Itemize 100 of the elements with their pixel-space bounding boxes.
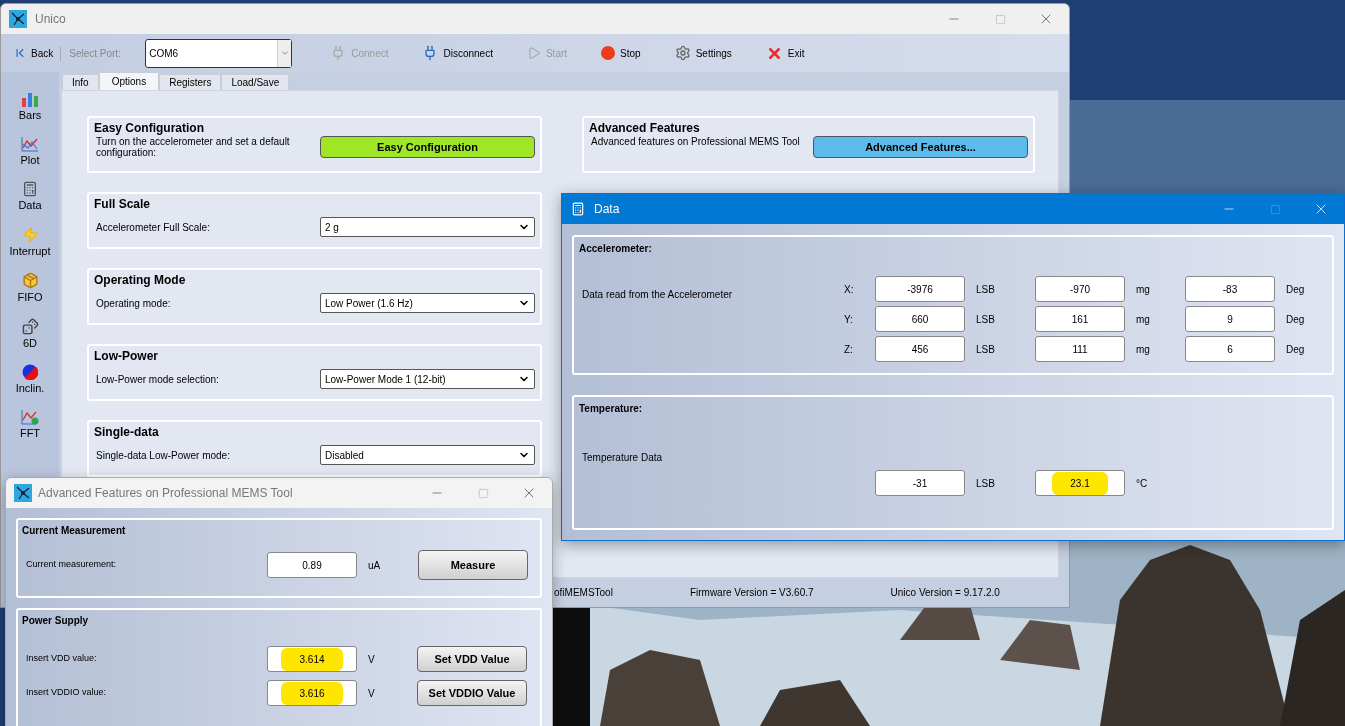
lightning-icon: [21, 226, 39, 243]
box-icon: [21, 272, 39, 289]
sidebar-item[interactable]: Interrupt: [9, 226, 51, 258]
tab[interactable]: Load/Save: [221, 74, 290, 90]
toolbar-button[interactable]: Disconnect: [422, 45, 493, 61]
chart-add-icon: [21, 409, 39, 425]
set-value-button[interactable]: Set VDDIO Value: [417, 680, 527, 706]
group-title: Accelerometer:: [579, 242, 653, 256]
sidebar-item[interactable]: FIFO: [17, 272, 43, 304]
toolbar-button[interactable]: Settings: [674, 45, 732, 61]
maximize-icon: [477, 487, 489, 499]
value-field[interactable]: -83: [1185, 276, 1275, 302]
tab[interactable]: Registers: [159, 74, 222, 90]
value-field[interactable]: 456: [875, 336, 965, 362]
unit-label: mg: [1135, 312, 1151, 327]
app-logo-icon: [14, 484, 32, 502]
window-title: Data: [594, 201, 620, 218]
group-label: Operating mode:: [95, 297, 172, 309]
value-field[interactable]: -31: [875, 470, 965, 496]
app-logo-icon: [9, 10, 27, 28]
maximize-icon: [994, 13, 1006, 25]
dropdown[interactable]: 2 g: [320, 217, 535, 237]
status-text: Firmware Version = V3.60.7: [689, 586, 814, 600]
unit-label: mg: [1135, 342, 1151, 357]
stop-icon: [601, 46, 616, 60]
value-field[interactable]: 6: [1185, 336, 1275, 362]
toolbar-button[interactable]: Exit: [765, 44, 805, 62]
value-field[interactable]: 9: [1185, 306, 1275, 332]
sidebar-item[interactable]: FFT: [19, 409, 41, 440]
value-field[interactable]: -3976: [875, 276, 965, 302]
axis-label: Z:: [844, 342, 854, 357]
unit-label: LSB: [975, 312, 996, 327]
unit-label: mg: [1135, 282, 1151, 297]
unit-label: LSB: [975, 282, 996, 297]
line-chart-icon: [21, 136, 39, 152]
value-field[interactable]: 0.89: [267, 552, 357, 578]
value-field[interactable]: 161: [1035, 306, 1125, 332]
unit-label: LSB: [975, 342, 996, 357]
group-title: Low-Power: [94, 348, 159, 364]
play-icon: [526, 46, 541, 60]
dice-icon: [21, 318, 39, 335]
field-label: Insert VDDIO value:: [25, 686, 108, 700]
unit-label: uA: [367, 558, 382, 573]
measure-button[interactable]: Measure: [418, 550, 528, 580]
group-title: Easy Configuration: [94, 120, 205, 136]
group-title: Single-data: [94, 424, 160, 440]
settings-icon: [674, 45, 691, 61]
unit-label: Deg: [1285, 342, 1306, 357]
axis-label: X:: [844, 282, 855, 297]
sidebar-item[interactable]: Bars: [18, 91, 42, 122]
unit-label: Deg: [1285, 312, 1306, 327]
calculator-icon: [571, 202, 585, 216]
group-label: Single-data Low-Power mode:: [95, 449, 231, 461]
value-field[interactable]: 660: [875, 306, 965, 332]
action-button[interactable]: Advanced Features...: [813, 136, 1028, 158]
unit-label: V: [367, 652, 376, 667]
dropdown[interactable]: Disabled: [320, 445, 535, 465]
set-value-button[interactable]: Set VDD Value: [417, 646, 527, 672]
calculator-icon: [22, 181, 38, 197]
group-title: Advanced Features: [589, 120, 701, 136]
description: Data read from the Accelerometer: [581, 288, 734, 302]
group-title: Current Measurement: [22, 524, 127, 538]
port-label: Select Port:: [69, 46, 122, 61]
group-title: Operating Mode: [94, 272, 187, 288]
port-dropdown[interactable]: COM6: [145, 38, 293, 68]
value-field[interactable]: -970: [1035, 276, 1125, 302]
group-title: Temperature:: [579, 402, 644, 416]
bar-chart-icon: [21, 91, 39, 107]
status-text: Unico Version = 9.17.2.0: [890, 586, 1000, 600]
status-text: ofiMEMSTool: [554, 586, 613, 600]
action-button[interactable]: Easy Configuration: [320, 136, 535, 158]
window-title: Advanced Features on Professional MEMS Tool: [38, 485, 293, 502]
unit-label: LSB: [975, 476, 996, 491]
sidebar-item[interactable]: Plot: [20, 136, 40, 167]
back-icon: [13, 46, 27, 60]
toolbar-button[interactable]: Stop: [601, 45, 641, 61]
unit-label: °C: [1135, 476, 1149, 491]
unit-label: Deg: [1285, 282, 1306, 297]
group-label: Low-Power mode selection:: [95, 373, 220, 385]
back-button[interactable]: Back: [13, 45, 62, 61]
field-label: Current measurement:: [25, 558, 118, 572]
tab[interactable]: Options: [98, 72, 160, 90]
group-label: Advanced features on Professional MEMS Tool: [590, 136, 801, 147]
value-field[interactable]: 23.1: [1035, 470, 1125, 496]
maximize-icon: [1269, 203, 1281, 215]
sidebar-item[interactable]: 6D: [21, 318, 39, 350]
group-label: Turn on the accelerometer and set a default configuration:: [95, 136, 291, 158]
value-field[interactable]: 3.614: [267, 646, 357, 672]
sidebar-item[interactable]: Inclin.: [15, 364, 45, 395]
tab[interactable]: Info: [62, 74, 99, 90]
unit-label: V: [367, 686, 376, 701]
dropdown[interactable]: Low Power (1.6 Hz): [320, 293, 535, 313]
window-title: Unico: [35, 11, 66, 28]
dropdown[interactable]: Low-Power Mode 1 (12-bit): [320, 369, 535, 389]
value-field[interactable]: 3.616: [267, 680, 357, 706]
sidebar-item[interactable]: Data: [18, 181, 42, 212]
field-label: Insert VDD value:: [25, 652, 98, 666]
value-field[interactable]: 111: [1035, 336, 1125, 362]
group-label: Accelerometer Full Scale:: [95, 221, 211, 233]
group-title: Power Supply: [22, 614, 90, 628]
